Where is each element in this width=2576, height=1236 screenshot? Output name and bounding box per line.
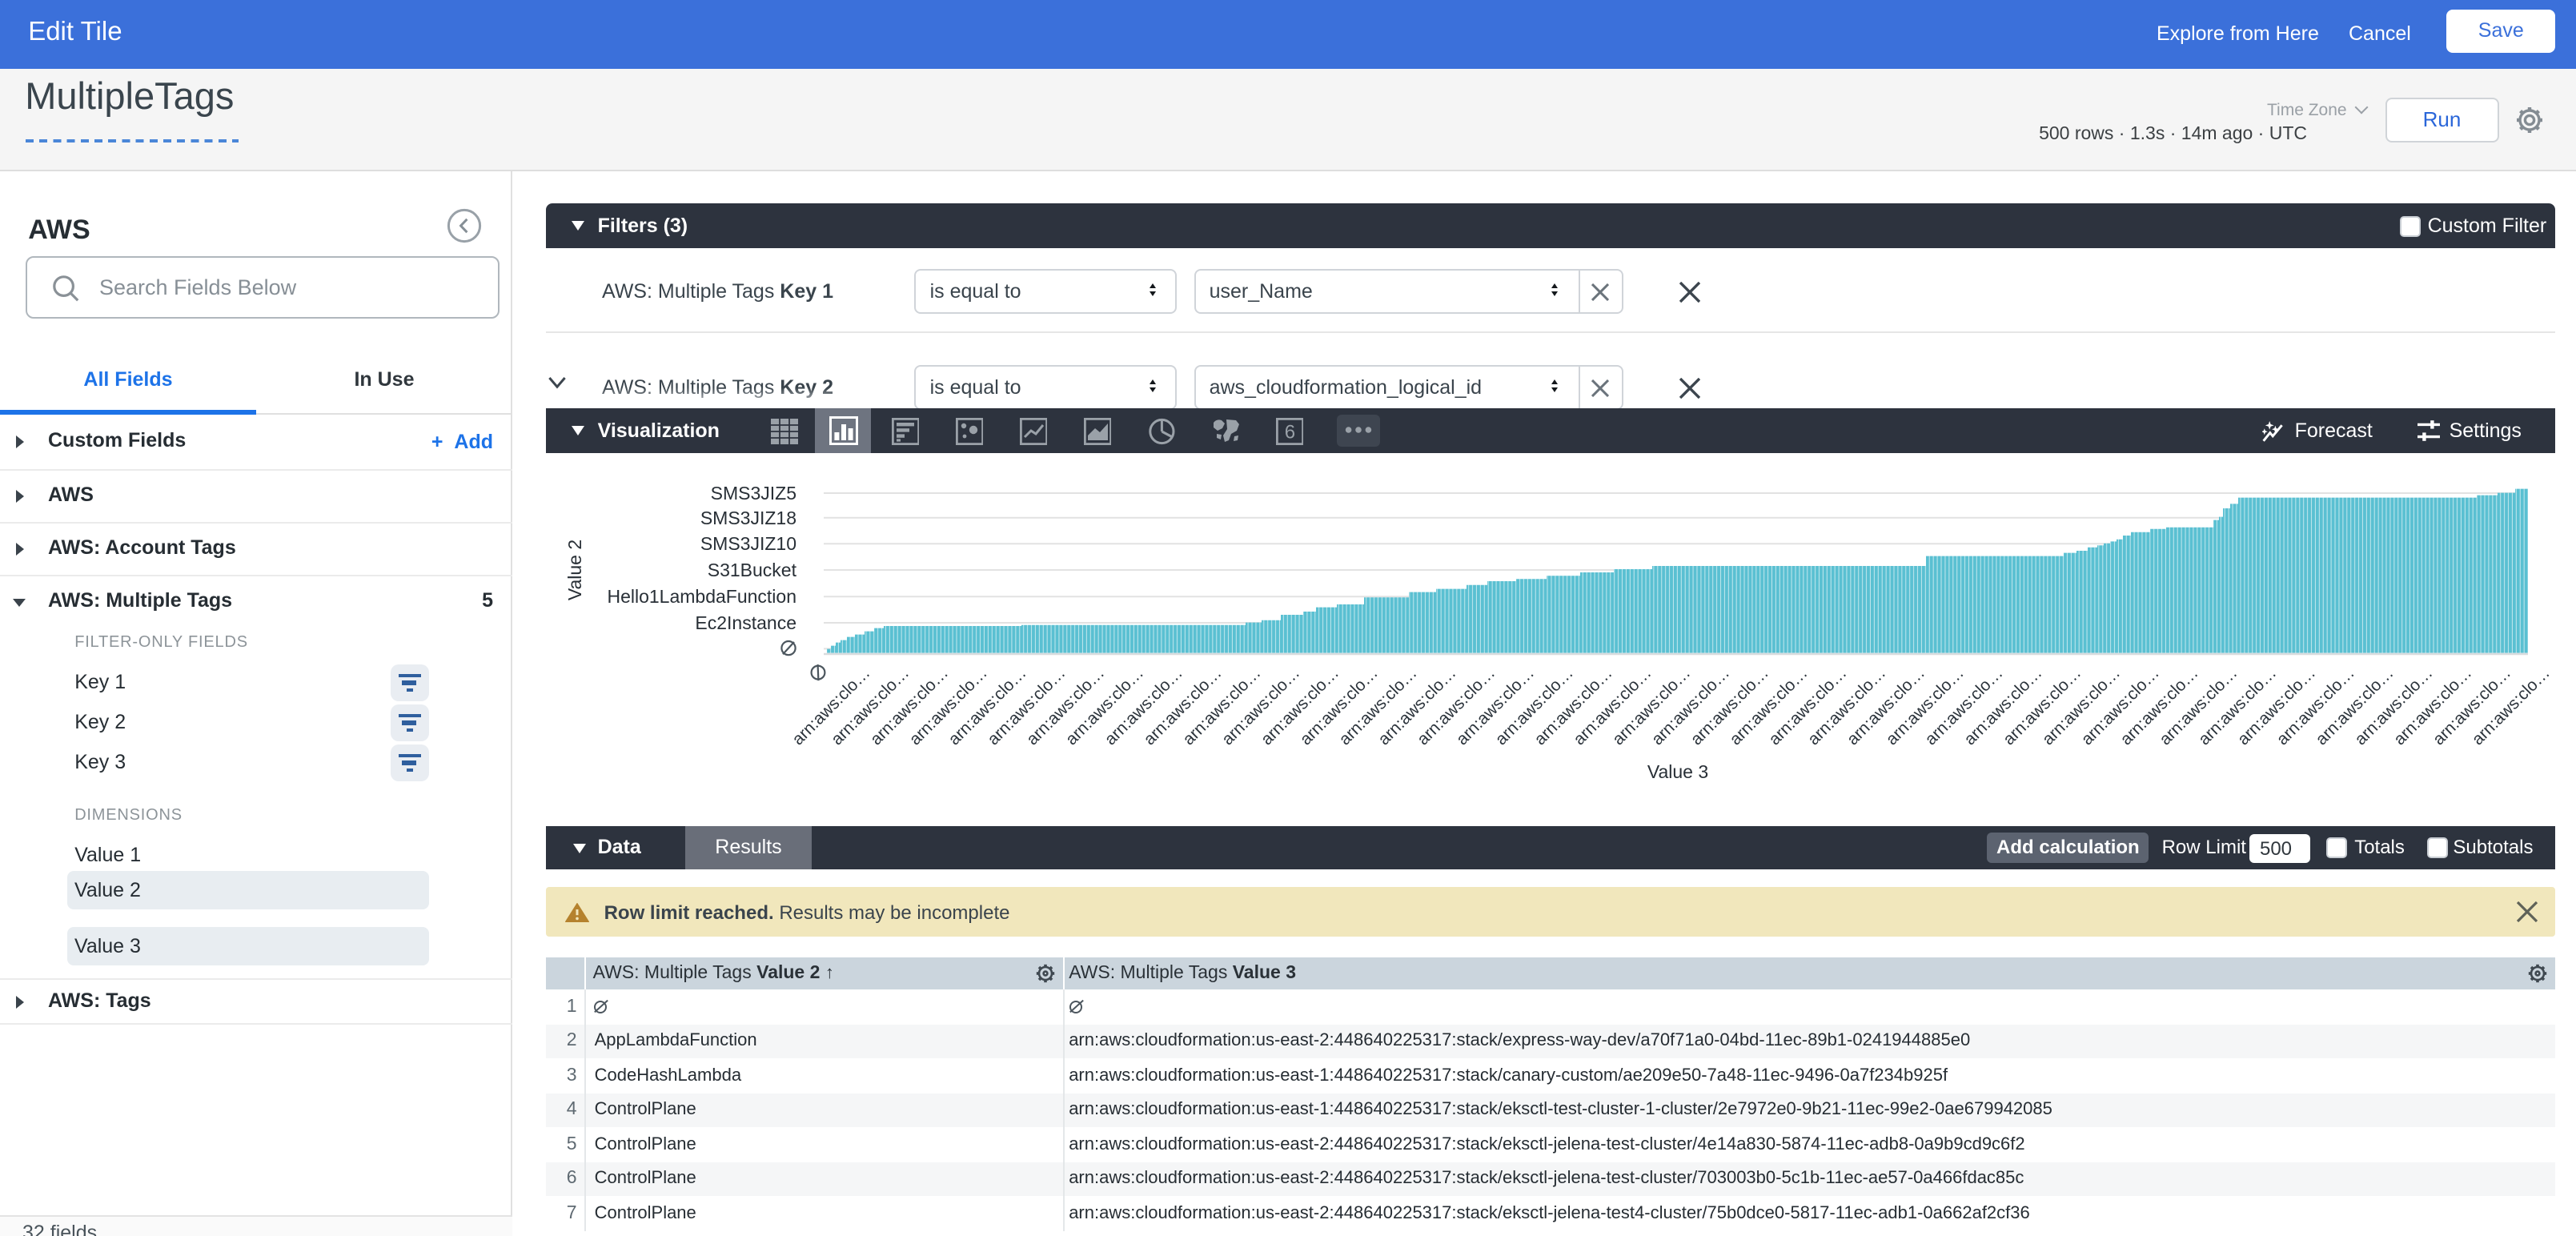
svg-text:Value 2: Value 2: [564, 540, 585, 600]
svg-text:SMS3JIZ10: SMS3JIZ10: [700, 533, 796, 554]
svg-text:Ec2Instance: Ec2Instance: [695, 612, 796, 633]
svg-text:S31Bucket: S31Bucket: [708, 560, 797, 580]
svg-text:SMS3JIZ18: SMS3JIZ18: [700, 508, 796, 528]
svg-text:Value 3: Value 3: [1647, 761, 1708, 782]
svg-text:Hello1LambdaFunction: Hello1LambdaFunction: [607, 586, 796, 607]
svg-text:SMS3JIZ5: SMS3JIZ5: [711, 483, 796, 504]
